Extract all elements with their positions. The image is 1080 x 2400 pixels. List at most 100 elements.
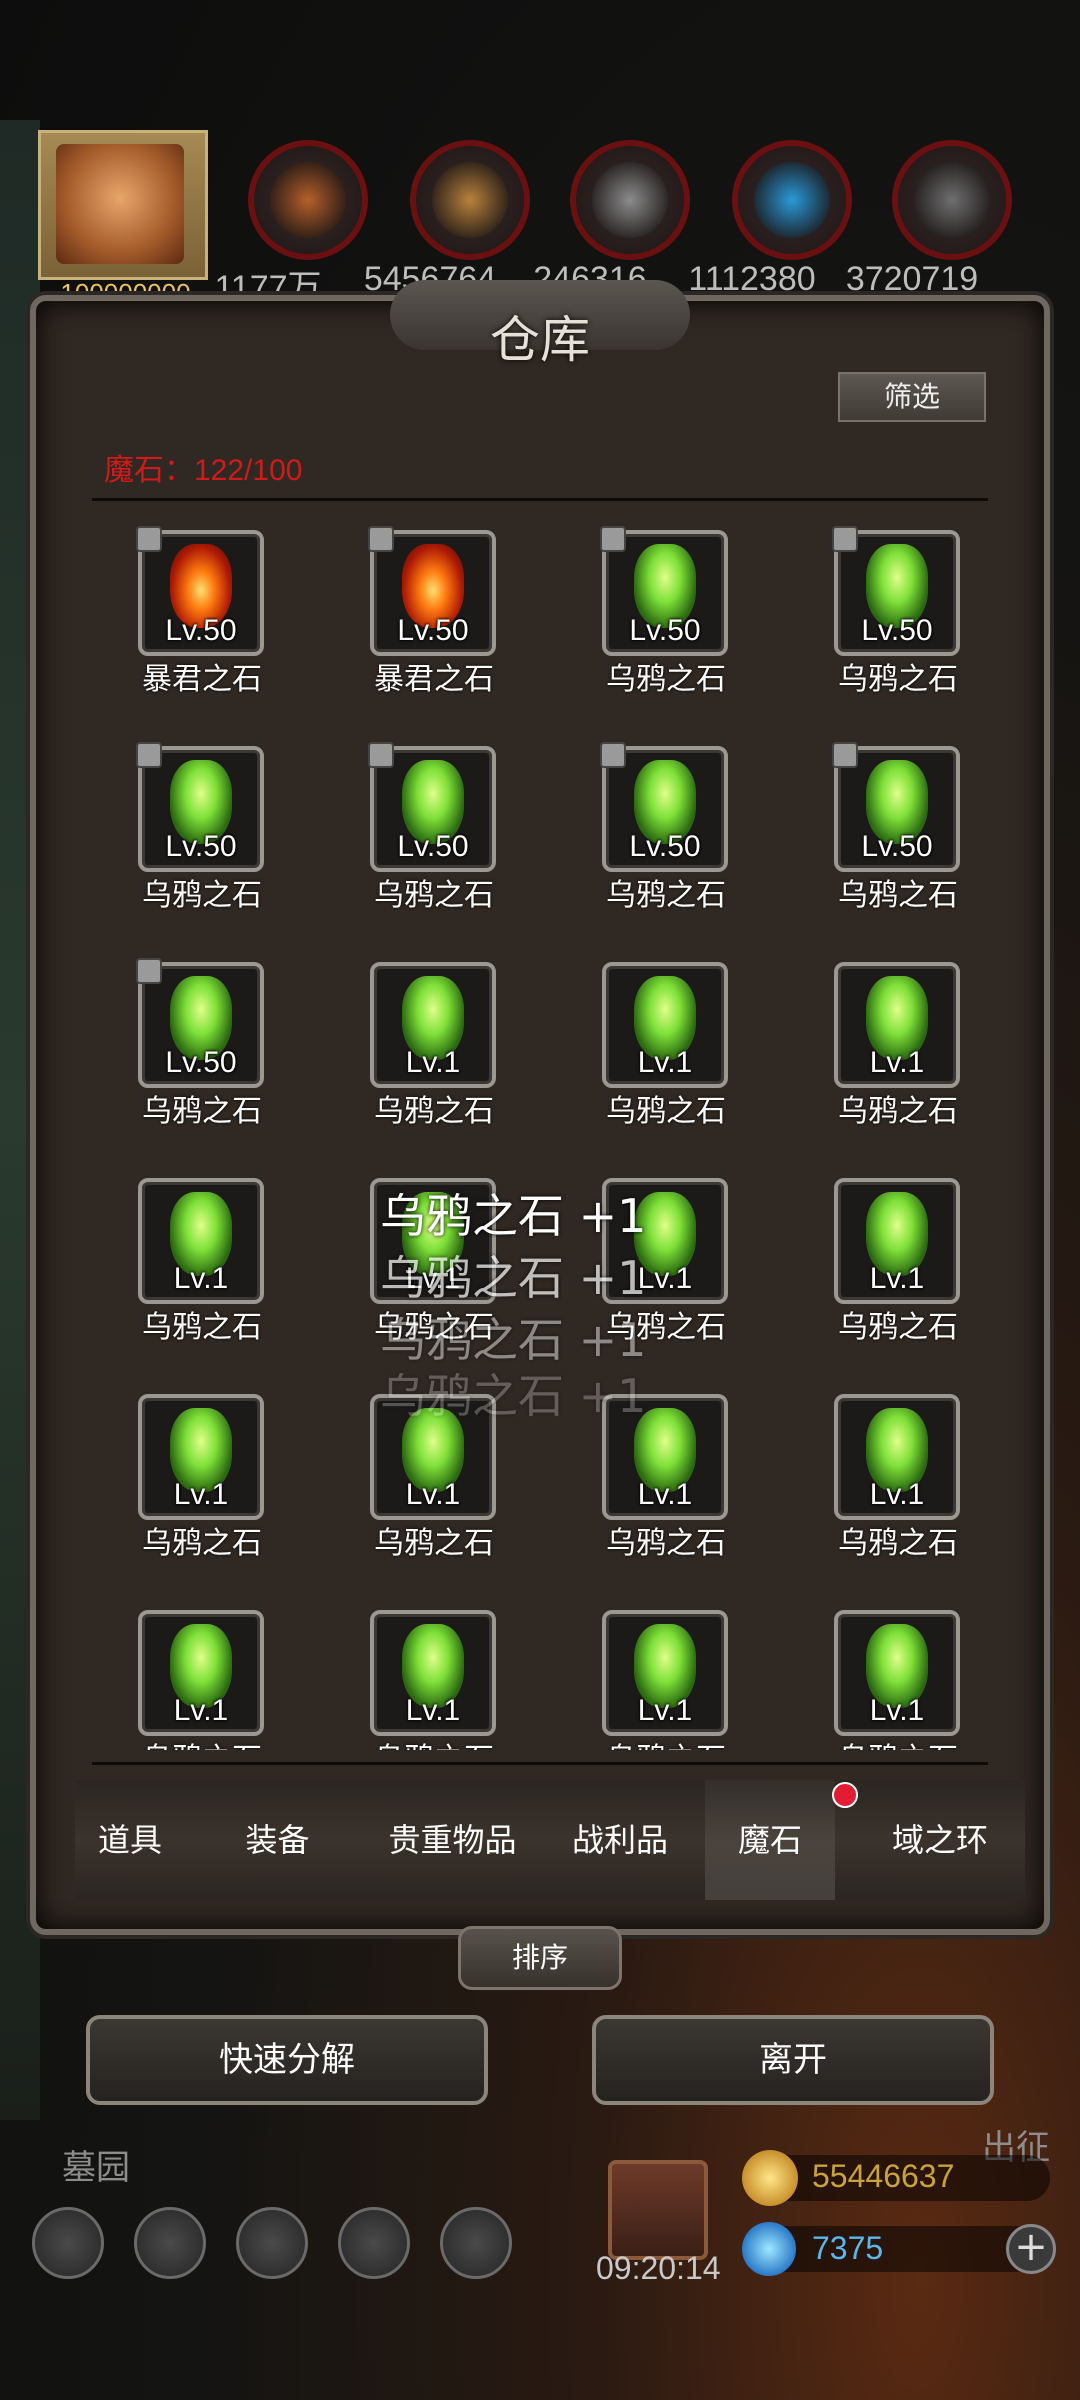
resource-glyph <box>432 162 508 238</box>
item-level: Lv.50 <box>397 830 469 863</box>
menu-circle-icon[interactable] <box>32 2207 104 2279</box>
gem-amount: 7375 <box>812 2230 884 2266</box>
inventory-item[interactable]: Lv.1 乌鸦之石 <box>92 1394 312 1604</box>
tab-2[interactable]: 贵重物品 <box>375 1780 530 1900</box>
inventory-item[interactable]: Lv.50 暴君之石 <box>92 526 312 740</box>
item-slot[interactable]: Lv.1 <box>834 962 960 1088</box>
item-slot[interactable]: Lv.1 <box>602 1610 728 1736</box>
resource-icon[interactable] <box>410 140 530 260</box>
resource-value: 1112380 <box>688 260 816 298</box>
leave-button[interactable]: 离开 <box>592 2015 994 2105</box>
item-slot[interactable]: Lv.50 <box>368 742 496 872</box>
tab-5[interactable]: 域之环 <box>865 1780 1015 1900</box>
item-level: Lv.1 <box>173 1694 229 1727</box>
menu-circle-icon[interactable] <box>134 2207 206 2279</box>
divider-top <box>92 498 988 501</box>
inventory-item[interactable]: Lv.50 乌鸦之石 <box>556 526 776 740</box>
item-name: 乌鸦之石 <box>788 1734 988 1750</box>
mail-icon[interactable] <box>338 2207 410 2279</box>
tab-3[interactable]: 战利品 <box>550 1780 690 1900</box>
inventory-item[interactable]: Lv.50 乌鸦之石 <box>324 742 544 956</box>
add-currency-button[interactable]: + <box>1006 2224 1056 2274</box>
notification-dot <box>832 1782 858 1808</box>
item-slot[interactable]: Lv.50 <box>136 742 264 872</box>
inventory-item[interactable]: Lv.1 乌鸦之石 <box>556 1610 776 1750</box>
item-level: Lv.1 <box>637 1694 693 1727</box>
graveyard-label[interactable]: 墓园 <box>62 2140 130 2189</box>
resource-icon[interactable] <box>248 140 368 260</box>
inventory-item[interactable]: Lv.50 乌鸦之石 <box>92 958 312 1172</box>
lock-icon <box>600 526 626 552</box>
item-grid[interactable]: Lv.50 暴君之石 Lv.50 暴君之石 Lv.50 乌鸦之石 Lv.50 乌鸦之石 Lv.5… <box>92 510 988 1750</box>
inventory-item[interactable]: Lv.1 乌鸦之石 <box>556 962 776 1172</box>
item-slot[interactable]: Lv.1 <box>370 1610 496 1736</box>
inventory-item[interactable]: Lv.1 乌鸦之石 <box>788 962 988 1172</box>
item-slot[interactable]: Lv.50 <box>136 958 264 1088</box>
item-level: Lv.1 <box>405 1046 461 1079</box>
chest-timer: 09:20:14 <box>596 2250 721 2286</box>
item-slot[interactable]: Lv.50 <box>600 742 728 872</box>
inventory-item[interactable]: Lv.50 乌鸦之石 <box>556 742 776 956</box>
item-level: Lv.50 <box>861 830 933 863</box>
item-slot[interactable]: Lv.1 <box>834 1178 960 1304</box>
tab-1[interactable]: 装备 <box>210 1780 345 1900</box>
item-slot[interactable]: Lv.50 <box>136 526 264 656</box>
diamond-icon <box>742 2222 796 2276</box>
resource-icon[interactable] <box>732 140 852 260</box>
reward-toast: 乌鸦之石 +1 <box>380 1251 647 1305</box>
resource-icon[interactable] <box>892 140 1012 260</box>
item-slot[interactable]: Lv.1 <box>602 962 728 1088</box>
inventory-item[interactable]: Lv.1 乌鸦之石 <box>788 1610 988 1750</box>
resource-icon[interactable] <box>570 140 690 260</box>
resource-glyph <box>592 162 668 238</box>
item-name: 乌鸦之石 <box>606 662 726 697</box>
item-name: 乌鸦之石 <box>606 878 726 913</box>
item-level: Lv.50 <box>861 614 933 647</box>
item-name: 乌鸦之石 <box>838 1310 958 1345</box>
lock-icon <box>832 742 858 768</box>
item-slot[interactable]: Lv.1 <box>370 962 496 1088</box>
item-slot[interactable]: Lv.50 <box>600 526 728 656</box>
item-name: 乌鸦之石 <box>838 1094 958 1129</box>
inventory-item[interactable]: Lv.1 乌鸦之石 <box>788 1178 988 1388</box>
resource-bar: 100000000 1177万 5456764 246316 1112380 37207… <box>0 130 1080 308</box>
sort-button[interactable]: 排序 <box>458 1926 622 1990</box>
gift-chest-icon[interactable] <box>608 2160 708 2260</box>
item-name: 乌鸦之石 <box>606 1094 726 1129</box>
inventory-item[interactable]: Lv.1 乌鸦之石 <box>324 962 544 1172</box>
tab-0[interactable]: 道具 <box>75 1780 185 1900</box>
inventory-item[interactable]: Lv.1 乌鸦之石 <box>788 1394 988 1604</box>
resource-glyph <box>914 162 990 238</box>
item-slot[interactable]: Lv.50 <box>832 742 960 872</box>
item-slot[interactable]: Lv.50 <box>832 526 960 656</box>
item-name: 乌鸦之石 <box>324 1734 544 1750</box>
tab-4[interactable]: 魔石 <box>705 1780 835 1900</box>
inventory-item[interactable]: Lv.50 乌鸦之石 <box>788 742 988 956</box>
item-slot[interactable]: Lv.1 <box>138 1178 264 1304</box>
item-slot[interactable]: Lv.1 <box>138 1610 264 1736</box>
item-slot[interactable]: Lv.1 <box>834 1610 960 1736</box>
avatar-portrait <box>56 144 184 264</box>
item-level: Lv.1 <box>173 1478 229 1511</box>
item-level: Lv.50 <box>165 614 237 647</box>
lock-icon <box>136 958 162 984</box>
resource-glyph <box>754 162 830 238</box>
inventory-item[interactable]: Lv.1 乌鸦之石 <box>92 1610 312 1750</box>
menu-circle-icon[interactable] <box>440 2207 512 2279</box>
item-slot[interactable]: Lv.1 <box>834 1394 960 1520</box>
bottom-hud: 墓园 出征 09:20:14 55446637 7375 + <box>0 2128 1080 2400</box>
item-slot[interactable]: Lv.50 <box>368 526 496 656</box>
filter-button[interactable]: 筛选 <box>838 372 986 422</box>
item-slot[interactable]: Lv.1 <box>138 1394 264 1520</box>
inventory-item[interactable]: Lv.1 乌鸦之石 <box>92 1178 312 1388</box>
reward-toast: 乌鸦之石 +1 <box>380 1189 647 1243</box>
inventory-item[interactable]: Lv.50 暴君之石 <box>324 526 544 740</box>
menu-circle-icon[interactable] <box>236 2207 308 2279</box>
quick-decompose-button[interactable]: 快速分解 <box>86 2015 488 2105</box>
inventory-item[interactable]: Lv.1 乌鸦之石 <box>324 1610 544 1750</box>
lock-icon <box>600 742 626 768</box>
inventory-item[interactable]: Lv.50 乌鸦之石 <box>92 742 312 956</box>
item-name: 乌鸦之石 <box>838 662 958 697</box>
inventory-item[interactable]: Lv.50 乌鸦之石 <box>788 526 988 740</box>
item-level: Lv.1 <box>637 1478 693 1511</box>
